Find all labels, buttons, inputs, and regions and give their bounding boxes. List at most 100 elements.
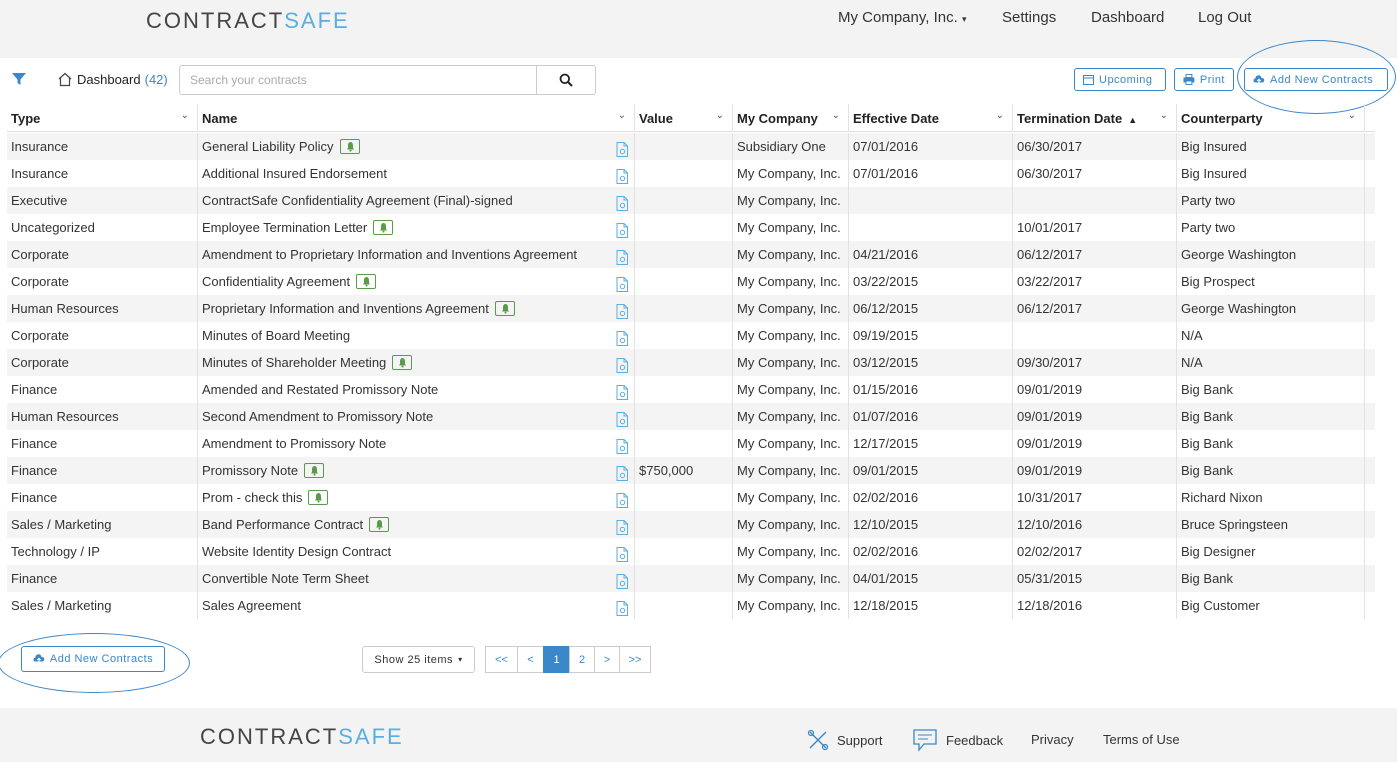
reminder-bell-icon[interactable] bbox=[339, 139, 360, 155]
reminder-bell-icon[interactable] bbox=[304, 463, 325, 479]
table-row[interactable]: Insurance General Liability Policy Subsidi… bbox=[7, 133, 1375, 160]
document-icon[interactable] bbox=[616, 517, 628, 538]
cell-name[interactable]: Additional Insured Endorsement bbox=[198, 160, 635, 187]
table-row[interactable]: Finance Promissory Note $750,000 My Company… bbox=[7, 457, 1375, 484]
chevron-down-icon[interactable]: ⌄ bbox=[716, 110, 724, 121]
print-button[interactable]: Print bbox=[1174, 68, 1234, 91]
document-icon[interactable] bbox=[616, 139, 628, 160]
chevron-down-icon[interactable]: ⌄ bbox=[181, 110, 189, 121]
reminder-bell-icon[interactable] bbox=[494, 301, 515, 317]
table-row[interactable]: Technology / IP Website Identity Design C… bbox=[7, 538, 1375, 565]
page-last-button[interactable]: >> bbox=[619, 646, 651, 673]
cell-name[interactable]: ContractSafe Confidentiality Agreement (… bbox=[198, 187, 635, 214]
table-row[interactable]: Uncategorized Employee Termination Letter… bbox=[7, 214, 1375, 241]
reminder-bell-icon[interactable] bbox=[356, 274, 377, 290]
page-first-button[interactable]: << bbox=[485, 646, 518, 673]
table-row[interactable]: Corporate Confidentiality Agreement My Com… bbox=[7, 268, 1375, 295]
cell-name[interactable]: Promissory Note bbox=[198, 457, 635, 484]
cell-name[interactable]: Amendment to Promissory Note bbox=[198, 430, 635, 457]
chevron-down-icon[interactable]: ⌄ bbox=[1348, 110, 1356, 121]
table-row[interactable]: Corporate Amendment to Proprietary Inform… bbox=[7, 241, 1375, 268]
cell-name[interactable]: Minutes of Shareholder Meeting bbox=[198, 349, 635, 376]
footer-feedback-link[interactable]: Feedback bbox=[912, 728, 1003, 752]
document-icon[interactable] bbox=[616, 490, 628, 511]
reminder-bell-icon[interactable] bbox=[308, 490, 329, 506]
cell-name[interactable]: Prom - check this bbox=[198, 484, 635, 511]
table-row[interactable]: Sales / Marketing Band Performance Contra… bbox=[7, 511, 1375, 538]
cell-name[interactable]: Second Amendment to Promissory Note bbox=[198, 403, 635, 430]
document-icon[interactable] bbox=[616, 274, 628, 295]
nav-dashboard[interactable]: Dashboard bbox=[1091, 9, 1164, 26]
chevron-down-icon[interactable]: ⌄ bbox=[1160, 110, 1168, 121]
table-row[interactable]: Corporate Minutes of Board Meeting My Comp… bbox=[7, 322, 1375, 349]
document-icon[interactable] bbox=[616, 247, 628, 268]
table-row[interactable]: Finance Amendment to Promissory Note My Co… bbox=[7, 430, 1375, 457]
breadcrumb-dashboard[interactable]: Dashboard (42) bbox=[57, 72, 168, 87]
chevron-down-icon[interactable]: ⌄ bbox=[832, 110, 840, 121]
document-icon[interactable] bbox=[616, 409, 628, 430]
column-header-termination-date[interactable]: Termination Date ▲ ⌄ bbox=[1013, 104, 1177, 132]
column-header-effective-date[interactable]: Effective Date ⌄ bbox=[849, 104, 1013, 132]
table-row[interactable]: Executive ContractSafe Confidentiality Ag… bbox=[7, 187, 1375, 214]
chevron-down-icon[interactable]: ⌄ bbox=[618, 110, 626, 121]
document-icon[interactable] bbox=[616, 220, 628, 241]
document-icon[interactable] bbox=[616, 382, 628, 403]
cell-name[interactable]: Minutes of Board Meeting bbox=[198, 322, 635, 349]
document-icon[interactable] bbox=[616, 301, 628, 322]
table-row[interactable]: Finance Amended and Restated Promissory N… bbox=[7, 376, 1375, 403]
document-icon[interactable] bbox=[616, 166, 628, 187]
filter-icon[interactable] bbox=[11, 71, 27, 87]
document-icon[interactable] bbox=[616, 571, 628, 592]
cell-name[interactable]: General Liability Policy bbox=[198, 133, 635, 160]
contractsafe-logo[interactable]: CONTRACTSAFE bbox=[146, 8, 350, 34]
cell-name[interactable]: Band Performance Contract bbox=[198, 511, 635, 538]
show-items-dropdown[interactable]: Show 25 items ▾ bbox=[362, 646, 475, 673]
search-input[interactable]: Search your contracts bbox=[179, 65, 537, 95]
document-icon[interactable] bbox=[616, 193, 628, 214]
nav-log-out[interactable]: Log Out bbox=[1198, 9, 1251, 26]
table-row[interactable]: Finance Convertible Note Term Sheet My Com… bbox=[7, 565, 1375, 592]
reminder-bell-icon[interactable] bbox=[392, 355, 413, 371]
page-prev-button[interactable]: < bbox=[517, 646, 544, 673]
column-header-my-company[interactable]: My Company ⌄ bbox=[733, 104, 849, 132]
cell-name[interactable]: Proprietary Information and Inventions A… bbox=[198, 295, 635, 322]
reminder-bell-icon[interactable] bbox=[373, 220, 394, 236]
table-row[interactable]: Finance Prom - check this My Company, Inc.… bbox=[7, 484, 1375, 511]
table-row[interactable]: Human Resources Second Amendment to Promi… bbox=[7, 403, 1375, 430]
footer-support-link[interactable]: Support bbox=[807, 729, 883, 751]
page-1-button[interactable]: 1 bbox=[543, 646, 570, 673]
company-menu[interactable]: My Company, Inc. ▾ bbox=[838, 9, 966, 26]
upcoming-button[interactable]: Upcoming bbox=[1074, 68, 1166, 91]
document-icon[interactable] bbox=[616, 328, 628, 349]
footer-terms-link[interactable]: Terms of Use bbox=[1103, 732, 1180, 747]
column-header-type[interactable]: Type ⌄ bbox=[7, 104, 198, 132]
cell-name[interactable]: Amendment to Proprietary Information and… bbox=[198, 241, 635, 268]
cell-name[interactable]: Sales Agreement bbox=[198, 592, 635, 619]
add-new-contracts-button[interactable]: Add New Contracts bbox=[1244, 68, 1388, 91]
cell-name[interactable]: Amended and Restated Promissory Note bbox=[198, 376, 635, 403]
column-header-value[interactable]: Value ⌄ bbox=[635, 104, 733, 132]
column-header-counterparty[interactable]: Counterparty ⌄ bbox=[1177, 104, 1365, 132]
reminder-bell-icon[interactable] bbox=[369, 517, 390, 533]
search-button[interactable] bbox=[536, 65, 596, 95]
document-icon[interactable] bbox=[616, 355, 628, 376]
page-next-button[interactable]: > bbox=[594, 646, 620, 673]
nav-settings[interactable]: Settings bbox=[1002, 9, 1056, 26]
footer-privacy-link[interactable]: Privacy bbox=[1031, 732, 1074, 747]
table-row[interactable]: Sales / Marketing Sales Agreement My Compa… bbox=[7, 592, 1375, 619]
document-icon[interactable] bbox=[616, 544, 628, 565]
table-row[interactable]: Insurance Additional Insured Endorsement M… bbox=[7, 160, 1375, 187]
column-header-name[interactable]: Name ⌄ bbox=[198, 104, 635, 132]
document-icon[interactable] bbox=[616, 463, 628, 484]
cell-name[interactable]: Website Identity Design Contract bbox=[198, 538, 635, 565]
cell-name[interactable]: Confidentiality Agreement bbox=[198, 268, 635, 295]
table-row[interactable]: Human Resources Proprietary Information a… bbox=[7, 295, 1375, 322]
document-icon[interactable] bbox=[616, 436, 628, 457]
cell-name[interactable]: Convertible Note Term Sheet bbox=[198, 565, 635, 592]
cell-name[interactable]: Employee Termination Letter bbox=[198, 214, 635, 241]
table-row[interactable]: Corporate Minutes of Shareholder Meeting M… bbox=[7, 349, 1375, 376]
add-new-contracts-bottom-button[interactable]: Add New Contracts bbox=[21, 646, 165, 672]
chevron-down-icon[interactable]: ⌄ bbox=[996, 110, 1004, 121]
document-icon[interactable] bbox=[616, 598, 628, 619]
footer-logo[interactable]: CONTRACTSAFE bbox=[200, 724, 404, 750]
